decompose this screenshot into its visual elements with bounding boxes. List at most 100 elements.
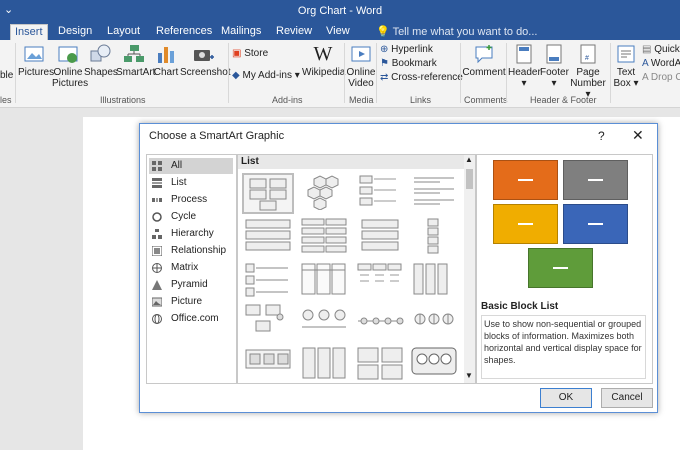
drop-cap-label: Drop C xyxy=(650,72,680,83)
layout-thumbnail[interactable] xyxy=(244,261,292,298)
category-process[interactable]: Process xyxy=(149,192,233,208)
tables-group-label: les xyxy=(0,95,12,105)
layout-thumbnail[interactable] xyxy=(300,303,348,340)
screenshot-button[interactable]: Screenshot xyxy=(180,43,231,78)
tab-layout[interactable]: Layout xyxy=(103,24,144,40)
layout-diagram-icon xyxy=(361,219,399,251)
layout-diagram-icon xyxy=(301,263,346,295)
quick-parts-button[interactable]: ▤ Quick xyxy=(642,44,680,55)
help-button[interactable]: ? xyxy=(598,129,605,143)
chart-label: Chart xyxy=(153,67,179,78)
layout-thumbnail[interactable] xyxy=(244,345,292,382)
store-button[interactable]: ▣ Store xyxy=(232,48,268,59)
category-cycle[interactable]: Cycle xyxy=(149,209,233,225)
table-button-cut[interactable]: ble xyxy=(0,70,13,81)
cancel-button[interactable]: Cancel xyxy=(601,388,653,408)
category-hierarchy[interactable]: Hierarchy xyxy=(149,226,233,242)
layout-thumbnail[interactable] xyxy=(300,173,348,211)
hexagon-layout-icon xyxy=(307,175,339,211)
layout-thumbnail[interactable] xyxy=(300,217,348,254)
tab-review[interactable]: Review xyxy=(272,24,316,40)
footer-label: Footer xyxy=(540,67,569,78)
dropdown-arrow-icon: ▾ xyxy=(521,78,527,89)
cycle-icon xyxy=(152,212,162,222)
process-icon xyxy=(152,198,162,202)
scroll-down-icon[interactable]: ▼ xyxy=(465,371,473,380)
cross-reference-icon: ⇄ xyxy=(380,72,389,83)
wikipedia-button[interactable]: W Wikipedia xyxy=(302,43,345,78)
pictures-button[interactable]: Pictures xyxy=(18,43,54,78)
layout-thumbnail[interactable] xyxy=(300,261,348,298)
online-video-label-2: Video xyxy=(348,78,374,89)
basic-block-list-thumbnail[interactable] xyxy=(242,173,294,214)
smartart-icon xyxy=(124,45,144,62)
category-list-item[interactable]: List xyxy=(149,175,233,191)
media-group-label: Media xyxy=(349,95,374,105)
layout-thumbnail[interactable] xyxy=(244,303,292,340)
category-picture[interactable]: Picture xyxy=(149,294,233,310)
scroll-up-icon[interactable]: ▲ xyxy=(465,155,473,164)
layout-thumbnail[interactable] xyxy=(300,345,348,382)
layout-thumbnail[interactable] xyxy=(356,303,404,340)
cross-reference-button[interactable]: ⇄ Cross-reference xyxy=(380,72,463,83)
category-matrix[interactable]: Matrix xyxy=(149,260,233,276)
online-video-button[interactable]: Online Video xyxy=(346,43,376,89)
layout-thumbnail[interactable] xyxy=(356,345,404,382)
category-office-com[interactable]: Office.com xyxy=(149,311,233,327)
category-label: All xyxy=(171,160,183,171)
header-icon xyxy=(516,44,532,64)
hyperlink-button[interactable]: ⊕ Hyperlink xyxy=(380,44,433,55)
layout-thumbnail[interactable] xyxy=(244,217,292,254)
tab-insert[interactable]: Insert xyxy=(10,24,48,41)
category-pyramid[interactable]: Pyramid xyxy=(149,277,233,293)
layout-diagram-icon xyxy=(359,175,396,206)
category-label: List xyxy=(171,177,187,188)
preview-block xyxy=(493,160,558,200)
layout-thumbnail[interactable] xyxy=(410,217,458,254)
text-box-icon xyxy=(617,45,635,63)
layout-thumbnail[interactable] xyxy=(410,173,458,210)
gallery-scrollbar[interactable]: ▲ ▼ xyxy=(464,155,475,383)
scroll-thumb[interactable] xyxy=(466,169,473,189)
tab-references[interactable]: References xyxy=(152,24,216,40)
layout-gallery: List ▲ ▼ xyxy=(237,154,476,384)
tab-view[interactable]: View xyxy=(322,24,354,40)
comment-button[interactable]: Comment xyxy=(462,43,506,78)
preview-block xyxy=(563,160,628,200)
drop-cap-button[interactable]: A Drop C xyxy=(642,72,680,83)
layout-thumbnail[interactable] xyxy=(356,173,404,210)
header-footer-group-label: Header & Footer xyxy=(530,95,597,105)
layout-diagram-icon xyxy=(357,347,403,380)
layout-thumbnail[interactable] xyxy=(410,345,458,382)
layout-thumbnail[interactable] xyxy=(356,261,404,298)
category-all[interactable]: All xyxy=(149,158,233,174)
text-box-button[interactable]: Text Box ▾ xyxy=(612,43,640,89)
layout-thumbnail[interactable] xyxy=(410,261,458,298)
bookmark-button[interactable]: ⚑ Bookmark xyxy=(380,58,437,69)
layout-thumbnail[interactable] xyxy=(356,217,404,254)
layout-thumbnail[interactable] xyxy=(410,303,458,340)
ok-button[interactable]: OK xyxy=(540,388,592,408)
online-pictures-button[interactable]: Online Pictures xyxy=(52,43,88,89)
smartart-button[interactable]: SmartArt xyxy=(116,43,155,78)
wordart-button[interactable]: A WordA xyxy=(642,58,680,69)
hierarchy-icon xyxy=(152,229,162,239)
screenshot-label: Screenshot xyxy=(180,67,231,78)
my-addins-button[interactable]: ◆ My Add-ins ▾ xyxy=(232,70,300,81)
header-label: Header xyxy=(508,67,541,78)
layout-diagram-icon xyxy=(427,218,439,254)
shapes-button[interactable]: Shapes xyxy=(84,43,118,78)
chart-button[interactable]: Chart xyxy=(152,43,180,78)
header-button[interactable]: Header ▾ xyxy=(508,43,541,89)
page-number-button[interactable]: # Page Number ▾ xyxy=(568,43,608,100)
addins-group-label: Add-ins xyxy=(272,95,303,105)
close-button[interactable]: ✕ xyxy=(632,127,644,144)
pyramid-icon xyxy=(152,280,162,290)
tab-design[interactable]: Design xyxy=(54,24,96,40)
layout-diagram-icon xyxy=(414,177,454,205)
category-relationship[interactable]: Relationship xyxy=(149,243,233,259)
comment-icon xyxy=(475,45,493,64)
tab-mailings[interactable]: Mailings xyxy=(217,24,265,40)
footer-button[interactable]: Footer ▾ xyxy=(540,43,569,89)
tell-me-box[interactable]: 💡 Tell me what you want to do... xyxy=(376,25,537,38)
